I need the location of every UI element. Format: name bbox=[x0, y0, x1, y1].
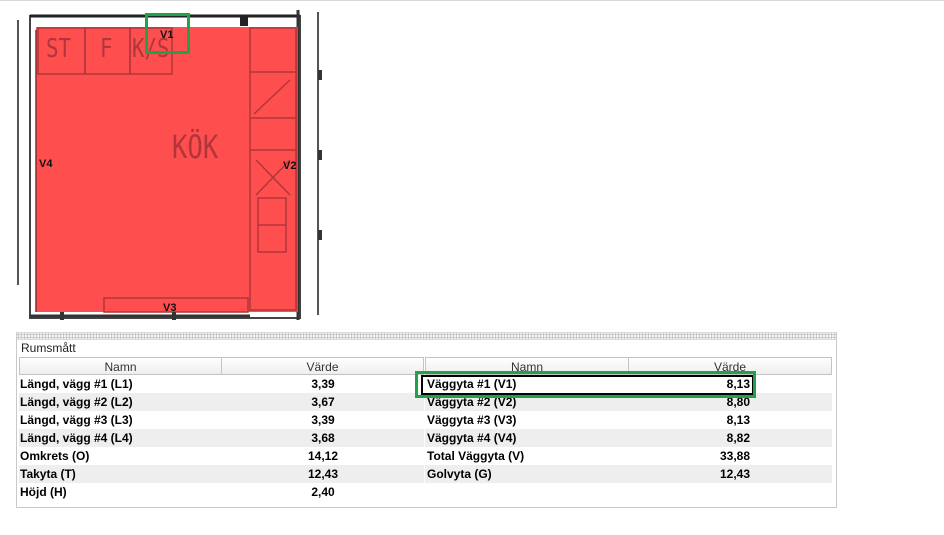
table-row[interactable]: Höjd (H) 2,40 bbox=[19, 483, 424, 501]
cell-value: 3,39 bbox=[311, 377, 335, 391]
cell-name: Väggyta #4 (V4) bbox=[427, 431, 517, 445]
cell-value: 3,67 bbox=[311, 395, 335, 409]
column-header-name[interactable]: Namn bbox=[19, 357, 222, 375]
cell-value: 33,88 bbox=[719, 449, 750, 463]
cell-name: Golvyta (G) bbox=[427, 467, 492, 481]
table-row[interactable]: Längd, vägg #4 (L4) 3,68 bbox=[19, 429, 424, 447]
table-row[interactable]: Omkrets (O) 14,12 bbox=[19, 447, 424, 465]
column-header-value[interactable]: Värde bbox=[222, 357, 424, 375]
table-header: Namn Värde bbox=[19, 357, 424, 375]
cell-name: Längd, vägg #2 (L2) bbox=[20, 395, 133, 409]
cell-name: Väggyta #3 (V3) bbox=[427, 413, 517, 427]
cell-name: Längd, vägg #4 (L4) bbox=[20, 431, 133, 445]
panel-grip[interactable] bbox=[17, 332, 836, 340]
table-row[interactable]: Total Väggyta (V) 33,88 bbox=[425, 447, 832, 465]
cell-value: 12,43 bbox=[719, 467, 750, 481]
table-row[interactable]: Väggyta #4 (V4) 8,82 bbox=[425, 429, 832, 447]
floor-plan[interactable]: ST F K/S KÖK V1 V2 V3 V4 bbox=[0, 0, 330, 330]
cell-value: 3,39 bbox=[311, 413, 335, 427]
cell-value: 8,82 bbox=[726, 431, 750, 445]
cell-name: Takyta (T) bbox=[20, 467, 76, 481]
table-row[interactable]: Takyta (T) 12,43 bbox=[19, 465, 424, 483]
table-row[interactable]: Längd, vägg #3 (L3) 3,39 bbox=[19, 411, 424, 429]
cell-name: Höjd (H) bbox=[20, 485, 67, 499]
cell-name: Total Väggyta (V) bbox=[427, 449, 525, 463]
cell-name: Omkrets (O) bbox=[20, 449, 90, 463]
table-row[interactable]: Längd, vägg #1 (L1) 3,39 bbox=[19, 375, 424, 393]
room-label: KÖK bbox=[172, 128, 219, 166]
wall-label-v2[interactable]: V2 bbox=[283, 160, 296, 172]
table-row[interactable]: Golvyta (G) 12,43 bbox=[425, 465, 832, 483]
cell-value: 12,43 bbox=[307, 467, 339, 481]
cell-name: Längd, vägg #1 (L1) bbox=[20, 377, 133, 391]
label-st: ST bbox=[46, 34, 72, 64]
cell-value: 3,68 bbox=[311, 431, 335, 445]
cell-value: 8,13 bbox=[726, 413, 750, 427]
panel-title: Rumsmått bbox=[21, 341, 76, 355]
cell-value: 2,40 bbox=[311, 485, 335, 499]
room-measurements-panel: Rumsmått Namn Värde Längd, vägg #1 (L1) … bbox=[16, 332, 837, 508]
label-f: F bbox=[100, 34, 113, 64]
table-row[interactable]: Väggyta #3 (V3) 8,13 bbox=[425, 411, 832, 429]
highlight-wall-v1 bbox=[145, 13, 190, 54]
highlight-row-v1 bbox=[415, 371, 756, 398]
table-row[interactable]: Längd, vägg #2 (L2) 3,67 bbox=[19, 393, 424, 411]
length-table: Namn Värde Längd, vägg #1 (L1) 3,39 Läng… bbox=[19, 357, 424, 501]
wall-label-v4[interactable]: V4 bbox=[39, 158, 52, 170]
cell-value: 14,12 bbox=[307, 449, 339, 463]
wall-label-v3[interactable]: V3 bbox=[163, 302, 176, 314]
cell-name: Längd, vägg #3 (L3) bbox=[20, 413, 133, 427]
